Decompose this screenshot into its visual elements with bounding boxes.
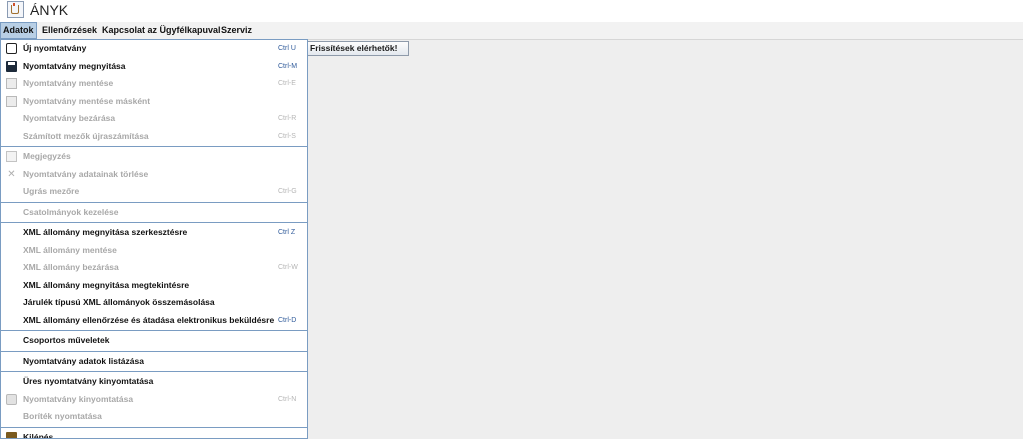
app-title: ÁNYK: [30, 1, 68, 19]
menu-item-delete-data[interactable]: ✕ Nyomtatvány adatainak törlése: [1, 166, 307, 184]
java-app-icon: [7, 1, 24, 18]
title-bar: ÁNYK: [0, 0, 1023, 22]
menu-item-shortcut: Ctrl-M: [278, 58, 297, 76]
menu-item-shortcut: Ctrl-G: [278, 183, 297, 201]
menu-separator: [1, 371, 307, 372]
menu-bar: Adatok Ellenőrzések Kapcsolat az Ügyfélk…: [0, 22, 1023, 40]
menu-item-print-empty-form[interactable]: Üres nyomtatvány kinyomtatása: [1, 373, 307, 391]
menu-item-shortcut: Ctrl Z: [278, 224, 295, 242]
updates-available-button[interactable]: Frissítések elérhetők!: [306, 41, 409, 56]
menu-item-label: Nyomtatvány kinyomtatása: [23, 391, 133, 409]
menu-item-goto-field[interactable]: Ugrás mezőre Ctrl-G: [1, 183, 307, 201]
menu-item-xml-close[interactable]: XML állomány bezárása Ctrl-W: [1, 259, 307, 277]
menu-separator: [1, 427, 307, 428]
menu-item-label: Nyomtatvány mentése másként: [23, 93, 150, 111]
menu-separator: [1, 146, 307, 147]
menu-separator: [1, 222, 307, 223]
menu-item-label: XML állomány mentése: [23, 242, 117, 260]
menu-item-shortcut: Ctrl-S: [278, 128, 296, 146]
menu-item-label: Járulék típusú XML állományok összemásol…: [23, 294, 215, 312]
menu-item-label: Nyomtatvány bezárása: [23, 110, 115, 128]
menu-item-xml-open-view[interactable]: XML állomány megnyitása megtekintésre: [1, 277, 307, 295]
menu-item-attachments[interactable]: Csatolmányok kezelése: [1, 204, 307, 222]
menu-item-label: Nyomtatvány adatainak törlése: [23, 166, 148, 184]
menu-item-shortcut: Ctrl-R: [278, 110, 296, 128]
menu-item-label: Csatolmányok kezelése: [23, 204, 118, 222]
menu-item-print-envelope[interactable]: Boríték nyomtatása: [1, 408, 307, 426]
menu-item-label: Számított mezők újraszámítása: [23, 128, 149, 146]
menu-item-shortcut: Ctrl U: [278, 40, 296, 58]
delete-icon: ✕: [6, 169, 17, 180]
menu-item-label: Megjegyzés: [23, 148, 71, 166]
menu-item-label: Kilépés: [23, 429, 53, 439]
menu-item-xml-merge[interactable]: Járulék típusú XML állományok összemásol…: [1, 294, 307, 312]
menu-item-recalculate[interactable]: Számított mezők újraszámítása Ctrl-S: [1, 128, 307, 146]
menu-item-xml-check-submit[interactable]: XML állomány ellenőrzése és átadása elek…: [1, 312, 307, 330]
menu-item-label: Nyomtatvány adatok listázása: [23, 353, 144, 371]
menu-item-exit[interactable]: Kilépés: [1, 429, 307, 439]
menu-item-shortcut: Ctrl-N: [278, 391, 296, 409]
menu-item-label: Nyomtatvány megnyitása: [23, 58, 126, 76]
menu-item-label: Nyomtatvány mentése: [23, 75, 113, 93]
menu-szerviz[interactable]: Szerviz: [219, 22, 254, 39]
menu-ugyfelkapu[interactable]: Kapcsolat az Ügyfélkapuval: [100, 22, 223, 39]
menu-item-open-form[interactable]: Nyomtatvány megnyitása Ctrl-M: [1, 58, 307, 76]
menu-item-note[interactable]: Megjegyzés: [1, 148, 307, 166]
menu-separator: [1, 202, 307, 203]
menu-item-new-form[interactable]: Új nyomtatvány Ctrl U: [1, 40, 307, 58]
menu-item-close-form[interactable]: Nyomtatvány bezárása Ctrl-R: [1, 110, 307, 128]
menu-item-shortcut: Ctrl-E: [278, 75, 296, 93]
menu-item-label: Ugrás mezőre: [23, 183, 79, 201]
menu-item-label: Csoportos műveletek: [23, 332, 109, 350]
menu-item-batch-operations[interactable]: Csoportos műveletek: [1, 332, 307, 350]
menu-item-xml-save[interactable]: XML állomány mentése: [1, 242, 307, 260]
menu-item-print-form[interactable]: Nyomtatvány kinyomtatása Ctrl-N: [1, 391, 307, 409]
menu-item-label: XML állomány megnyitása megtekintésre: [23, 277, 189, 295]
save-icon: [6, 78, 17, 89]
adatok-dropdown-menu: Új nyomtatvány Ctrl U Nyomtatvány megnyi…: [0, 39, 308, 439]
menu-item-label: Üres nyomtatvány kinyomtatása: [23, 373, 153, 391]
menu-item-label: Új nyomtatvány: [23, 40, 86, 58]
menu-separator: [1, 330, 307, 331]
menu-ellenorzesek[interactable]: Ellenőrzések: [40, 22, 99, 39]
menu-item-save-form[interactable]: Nyomtatvány mentése Ctrl-E: [1, 75, 307, 93]
menu-item-shortcut: Ctrl-W: [278, 259, 298, 277]
new-form-icon: [6, 43, 17, 54]
menu-separator: [1, 351, 307, 352]
save-as-icon: [6, 96, 17, 107]
menu-adatok[interactable]: Adatok: [0, 22, 37, 39]
menu-item-label: Boríték nyomtatása: [23, 408, 102, 426]
menu-item-shortcut: Ctrl-D: [278, 312, 296, 330]
menu-item-list-form-data[interactable]: Nyomtatvány adatok listázása: [1, 353, 307, 371]
menu-item-label: XML állomány megnyitása szerkesztésre: [23, 224, 187, 242]
menu-item-label: XML állomány ellenőrzése és átadása elek…: [23, 312, 274, 330]
note-icon: [6, 151, 17, 162]
menu-item-save-form-as[interactable]: Nyomtatvány mentése másként: [1, 93, 307, 111]
menu-item-label: XML állomány bezárása: [23, 259, 119, 277]
print-icon: [6, 394, 17, 405]
open-form-icon: [6, 61, 17, 72]
menu-item-xml-open-edit[interactable]: XML állomány megnyitása szerkesztésre Ct…: [1, 224, 307, 242]
